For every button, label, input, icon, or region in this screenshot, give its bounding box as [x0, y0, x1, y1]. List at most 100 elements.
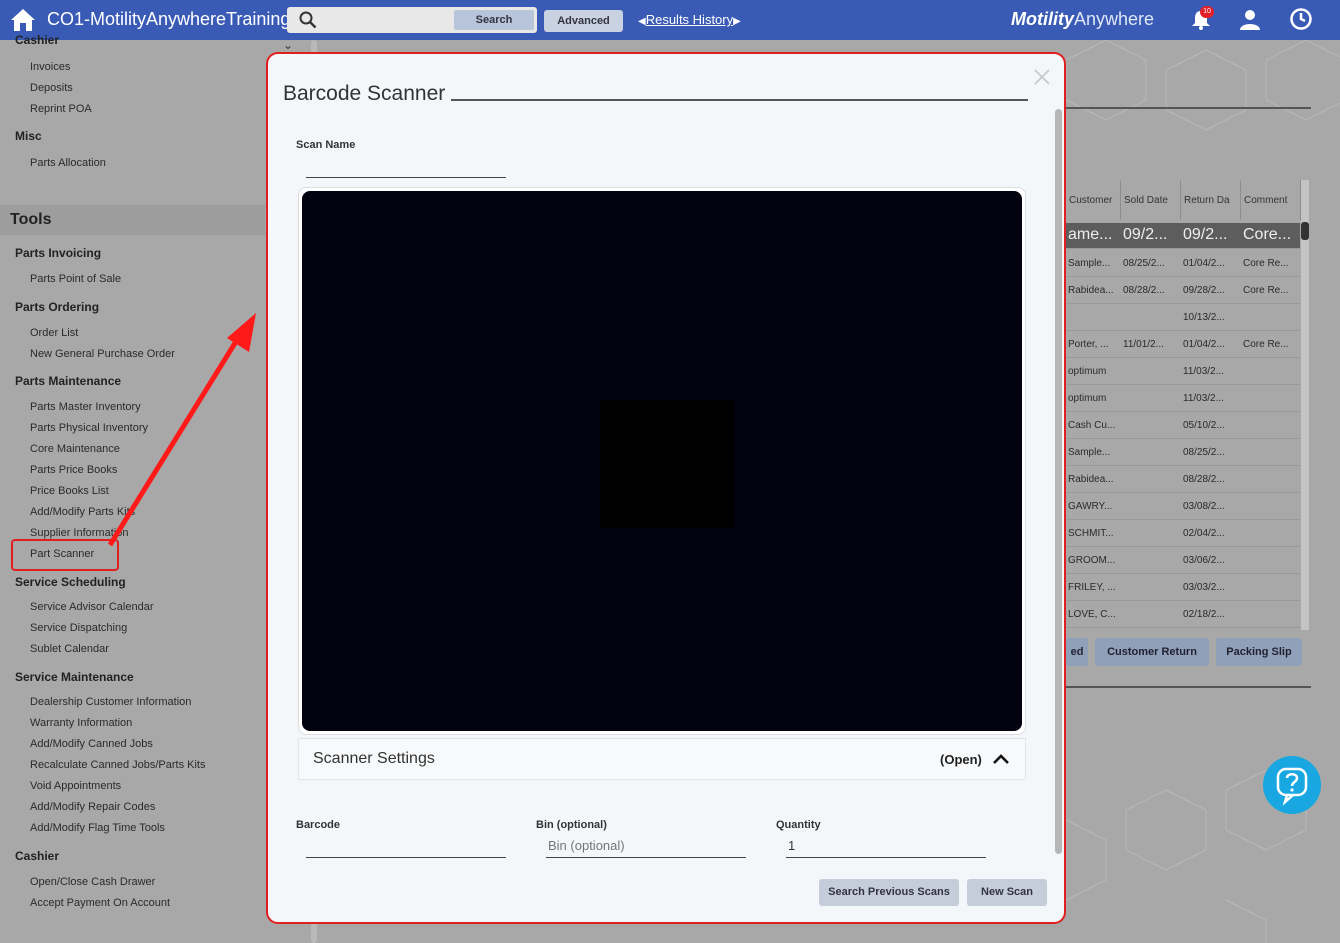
results-history-link[interactable]: ◀Results History▶: [638, 12, 741, 27]
sidebar-item[interactable]: Add/Modify Parts Kits: [30, 506, 135, 518]
modal-title: Barcode Scanner: [283, 82, 446, 105]
sidebar-heading-cashier-top: Cashier: [15, 33, 60, 47]
table-cell: 11/01/2...: [1123, 339, 1164, 350]
sidebar-item[interactable]: Parts Allocation: [30, 157, 106, 169]
brand-bold: Motility: [1011, 9, 1074, 29]
scan-name-input[interactable]: [306, 154, 506, 178]
table-cell: 08/28/2...: [1123, 285, 1165, 296]
background-button-partial[interactable]: ed: [1066, 638, 1088, 666]
modal-scrollbar[interactable]: [1055, 109, 1062, 854]
chevron-up-icon[interactable]: [992, 752, 1010, 766]
table-cell: Rabidea...: [1068, 285, 1114, 296]
sidebar-item[interactable]: Core Maintenance: [30, 443, 120, 455]
background-table-scrollbar[interactable]: [1300, 180, 1310, 630]
table-cell: Rabidea...: [1068, 474, 1114, 485]
sidebar-item[interactable]: Supplier Information: [30, 527, 128, 539]
chevron-right-icon: ▶: [733, 16, 741, 27]
table-row[interactable]: Rabidea... 08/28/2...: [1066, 466, 1300, 493]
sidebar-item[interactable]: Sublet Calendar: [30, 643, 109, 655]
help-icon: [1276, 767, 1308, 806]
table-cell: optimum: [1068, 393, 1107, 404]
user-icon[interactable]: [1238, 7, 1262, 31]
table-row[interactable]: LOVE, C... 02/18/2...: [1066, 601, 1300, 628]
sidebar-item[interactable]: Dealership Customer Information: [30, 696, 191, 708]
sidebar-item[interactable]: Parts Physical Inventory: [30, 422, 148, 434]
search-previous-scans-button[interactable]: Search Previous Scans: [819, 879, 959, 906]
table-cell: Core Re...: [1243, 258, 1289, 269]
bin-input[interactable]: [546, 834, 746, 858]
table-cell: 01/04/2...: [1183, 258, 1225, 269]
sidebar-heading: Service Maintenance: [15, 670, 134, 684]
table-row[interactable]: Sample... 08/25/2...: [1066, 439, 1300, 466]
sidebar-heading-misc: Misc: [15, 129, 42, 143]
table-column-header[interactable]: Comment: [1241, 180, 1301, 220]
table-cell: 09/28/2...: [1183, 285, 1225, 296]
barcode-label: Barcode: [296, 819, 341, 831]
table-row[interactable]: 10/13/2...: [1066, 304, 1300, 331]
table-row[interactable]: FRILEY, ... 03/03/2...: [1066, 574, 1300, 601]
advanced-button[interactable]: Advanced: [544, 10, 623, 32]
table-cell: Cash Cu...: [1068, 420, 1116, 431]
table-row-selected[interactable]: ame... 09/2... 09/2... Core...: [1066, 223, 1300, 249]
barcode-input[interactable]: [306, 834, 506, 858]
table-cell: SCHMIT...: [1068, 528, 1114, 539]
sidebar-item[interactable]: Add/Modify Canned Jobs: [30, 738, 153, 750]
sidebar-item[interactable]: New General Purchase Order: [30, 348, 175, 360]
customer-return-button[interactable]: Customer Return: [1095, 638, 1209, 666]
sidebar-item[interactable]: Recalculate Canned Jobs/Parts Kits: [30, 759, 205, 771]
sidebar-item[interactable]: Accept Payment On Account: [30, 897, 170, 909]
table-cell: Core Re...: [1243, 285, 1289, 296]
clock-icon[interactable]: [1289, 7, 1313, 31]
table-cell: LOVE, C...: [1068, 609, 1116, 620]
sidebar-item[interactable]: Service Dispatching: [30, 622, 127, 634]
sidebar-item[interactable]: Reprint POA: [30, 103, 92, 115]
sidebar-item[interactable]: Deposits: [30, 82, 73, 94]
table-cell: 11/03/2...: [1183, 366, 1224, 377]
title-divider: [451, 99, 1028, 101]
table-row[interactable]: GAWRY... 03/08/2...: [1066, 493, 1300, 520]
sidebar-item[interactable]: Order List: [30, 327, 78, 339]
sidebar-item[interactable]: Add/Modify Flag Time Tools: [30, 822, 165, 834]
table-row[interactable]: Porter, ... 11/01/2... 01/04/2... Core Re..…: [1066, 331, 1300, 358]
sidebar-item[interactable]: Invoices: [30, 61, 70, 73]
table-column-header[interactable]: Return Da: [1181, 180, 1241, 220]
sidebar: Cashier Invoices Deposits Reprint POA Misc Pa…: [0, 33, 265, 943]
sidebar-item[interactable]: Parts Price Books: [30, 464, 117, 476]
help-button[interactable]: [1263, 756, 1321, 814]
table-cell: GAWRY...: [1068, 501, 1113, 512]
table-row[interactable]: optimum 11/03/2...: [1066, 358, 1300, 385]
brand-logo: MotilityAnywhere: [1011, 9, 1154, 30]
table-cell: ame...: [1068, 226, 1113, 243]
close-icon[interactable]: [1033, 68, 1051, 86]
table-row[interactable]: SCHMIT... 02/04/2...: [1066, 520, 1300, 547]
packing-slip-button[interactable]: Packing Slip: [1216, 638, 1302, 666]
chevron-left-icon: ◀: [638, 16, 646, 27]
table-row[interactable]: optimum 11/03/2...: [1066, 385, 1300, 412]
table-column-header[interactable]: Sold Date: [1121, 180, 1181, 220]
table-cell: FRILEY, ...: [1068, 582, 1116, 593]
sidebar-item[interactable]: Warranty Information: [30, 717, 132, 729]
sidebar-item[interactable]: Parts Master Inventory: [30, 401, 141, 413]
table-row[interactable]: Sample... 08/25/2... 01/04/2... Core Re...: [1066, 250, 1300, 277]
sidebar-item[interactable]: Price Books List: [30, 485, 109, 497]
scan-target-box: [600, 400, 734, 528]
sidebar-item[interactable]: Add/Modify Repair Codes: [30, 801, 155, 813]
table-row[interactable]: Rabidea... 08/28/2... 09/28/2... Core Re...: [1066, 277, 1300, 304]
sidebar-heading: Parts Maintenance: [15, 374, 122, 388]
quantity-input[interactable]: [786, 834, 986, 858]
new-scan-button[interactable]: New Scan: [967, 879, 1047, 906]
table-cell: Porter, ...: [1068, 339, 1109, 350]
scan-name-label: Scan Name: [296, 139, 356, 151]
table-row[interactable]: Cash Cu... 05/10/2...: [1066, 412, 1300, 439]
quantity-label: Quantity: [776, 819, 821, 831]
table-row[interactable]: GROOM... 03/06/2...: [1066, 547, 1300, 574]
table-column-header[interactable]: Customer: [1066, 180, 1121, 220]
sidebar-item[interactable]: Void Appointments: [30, 780, 121, 792]
chevron-down-icon[interactable]: ⌄: [283, 38, 293, 52]
home-icon[interactable]: [10, 7, 36, 33]
sidebar-item[interactable]: Open/Close Cash Drawer: [30, 876, 155, 888]
search-button[interactable]: Search: [454, 10, 534, 30]
sidebar-item[interactable]: Service Advisor Calendar: [30, 601, 154, 613]
sidebar-item[interactable]: Parts Point of Sale: [30, 273, 121, 285]
table-cell: 09/2...: [1123, 226, 1168, 243]
